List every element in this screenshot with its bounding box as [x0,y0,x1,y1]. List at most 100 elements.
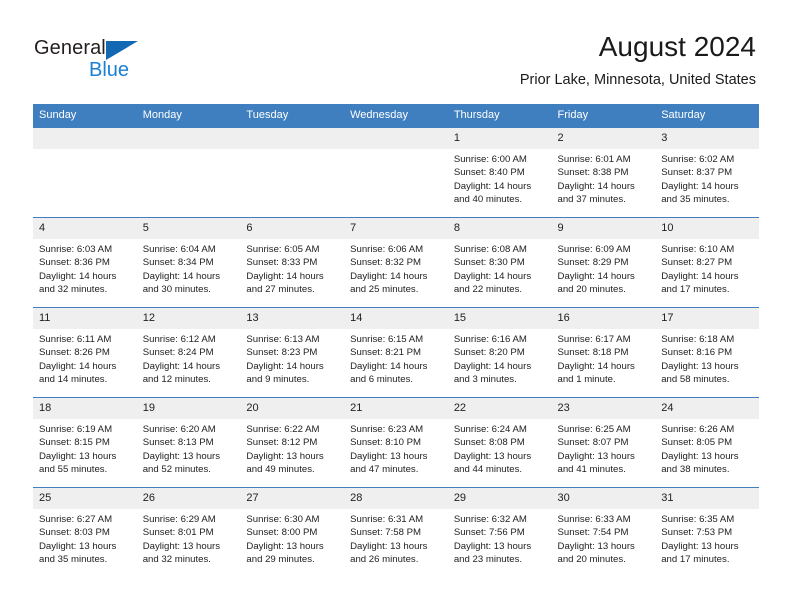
day-sun-info: Sunrise: 6:32 AM Sunset: 7:56 PM Daylight:… [448,509,552,566]
day-sun-info: Sunrise: 6:04 AM Sunset: 8:34 PM Daylight:… [137,239,241,296]
day-cell-inner: 10 Sunrise: 6:10 AM Sunset: 8:27 PM Dayligh… [655,218,759,307]
calendar-day-cell[interactable]: 15 Sunrise: 6:16 AM Sunset: 8:20 PM Dayligh… [447,307,552,398]
day-cell-inner: 8 Sunrise: 6:08 AM Sunset: 8:30 PM Daylight… [447,218,552,307]
calendar-head: Sunday Monday Tuesday Wednesday Thursday… [33,104,759,128]
day-sun-info: Sunrise: 6:19 AM Sunset: 8:15 PM Daylight:… [33,419,137,476]
daylight-text: Daylight: 13 hours and 41 minutes. [557,450,635,475]
day-number: 3 [655,128,759,149]
sunset-text: Sunset: 7:58 PM [350,527,422,539]
calendar-day-cell[interactable]: 31 Sunrise: 6:35 AM Sunset: 7:53 PM Dayligh… [655,487,759,577]
daylight-text: Daylight: 14 hours and 20 minutes. [557,270,635,295]
calendar-day-cell[interactable]: 14 Sunrise: 6:15 AM Sunset: 8:21 PM Dayligh… [344,307,448,398]
day-cell-inner: 29 Sunrise: 6:32 AM Sunset: 7:56 PM Dayligh… [447,488,552,577]
daylight-text: Daylight: 13 hours and 23 minutes. [453,540,532,565]
calendar-day-cell[interactable]: 20 Sunrise: 6:22 AM Sunset: 8:12 PM Dayligh… [240,397,345,488]
day-cell-inner: 1 Sunrise: 6:00 AM Sunset: 8:40 PM Daylight… [447,128,552,217]
sunrise-text: Sunrise: 6:16 AM [453,334,527,345]
sunrise-text: Sunrise: 6:29 AM [142,514,216,525]
day-sun-info: Sunrise: 6:10 AM Sunset: 8:27 PM Daylight:… [655,239,759,296]
calendar-day-cell[interactable]: 3 Sunrise: 6:02 AM Sunset: 8:37 PM Daylight… [655,127,759,218]
day-sun-info: Sunrise: 6:12 AM Sunset: 8:24 PM Daylight:… [137,329,241,386]
sunrise-text: Sunrise: 6:05 AM [246,244,320,255]
calendar-day-cell[interactable]: 5 Sunrise: 6:04 AM Sunset: 8:34 PM Daylight… [136,217,241,308]
day-sun-info: Sunrise: 6:11 AM Sunset: 8:26 PM Daylight:… [33,329,137,386]
day-number: 20 [240,398,345,419]
calendar-day-cell[interactable]: 2 Sunrise: 6:01 AM Sunset: 8:38 PM Daylight… [551,127,656,218]
day-cell-inner: 9 Sunrise: 6:09 AM Sunset: 8:29 PM Daylight… [551,218,656,307]
daylight-text: Daylight: 13 hours and 44 minutes. [453,450,532,475]
sunset-text: Sunset: 8:37 PM [661,167,733,179]
daylight-text: Daylight: 14 hours and 22 minutes. [453,270,532,295]
day-sun-info: Sunrise: 6:08 AM Sunset: 8:30 PM Daylight:… [448,239,552,296]
daylight-text: Daylight: 13 hours and 29 minutes. [246,540,324,565]
day-number: 14 [344,308,448,329]
sunset-text: Sunset: 7:53 PM [661,527,733,539]
daylight-text: Daylight: 13 hours and 52 minutes. [142,450,221,475]
sunset-text: Sunset: 8:15 PM [39,437,110,449]
calendar-day-cell[interactable]: 7 Sunrise: 6:06 AM Sunset: 8:32 PM Daylight… [344,217,448,308]
calendar-day-cell[interactable]: 9 Sunrise: 6:09 AM Sunset: 8:29 PM Daylight… [551,217,656,308]
day-sun-info: Sunrise: 6:26 AM Sunset: 8:05 PM Daylight:… [655,419,759,476]
day-number: 21 [344,398,448,419]
daylight-text: Daylight: 14 hours and 37 minutes. [557,180,635,205]
calendar-day-cell[interactable]: 21 Sunrise: 6:23 AM Sunset: 8:10 PM Dayligh… [344,397,448,488]
calendar-day-cell[interactable]: 17 Sunrise: 6:18 AM Sunset: 8:16 PM Dayligh… [655,307,759,398]
sunrise-text: Sunrise: 6:09 AM [557,244,631,255]
sunrise-text: Sunrise: 6:35 AM [661,514,735,525]
sunset-text: Sunset: 8:26 PM [39,347,110,359]
sunrise-text: Sunrise: 6:10 AM [661,244,735,255]
calendar-day-cell[interactable]: 28 Sunrise: 6:31 AM Sunset: 7:58 PM Dayligh… [344,487,448,577]
calendar-page: General Blue August 2024 Prior Lake, Min… [0,0,792,612]
day-cell-inner [136,128,241,217]
day-sun-info: Sunrise: 6:06 AM Sunset: 8:32 PM Daylight:… [344,239,448,296]
day-cell-inner: 23 Sunrise: 6:25 AM Sunset: 8:07 PM Dayligh… [551,398,656,487]
day-sun-info: Sunrise: 6:20 AM Sunset: 8:13 PM Daylight:… [137,419,241,476]
day-sun-info: Sunrise: 6:35 AM Sunset: 7:53 PM Daylight:… [655,509,759,566]
calendar-day-cell[interactable]: 25 Sunrise: 6:27 AM Sunset: 8:03 PM Dayligh… [33,487,137,577]
calendar-day-cell [33,127,137,218]
calendar-day-cell[interactable]: 29 Sunrise: 6:32 AM Sunset: 7:56 PM Dayligh… [447,487,552,577]
calendar-day-cell[interactable]: 24 Sunrise: 6:26 AM Sunset: 8:05 PM Dayligh… [655,397,759,488]
general-blue-logo[interactable]: General Blue [34,36,164,82]
day-number: 31 [655,488,759,509]
calendar-day-cell[interactable]: 4 Sunrise: 6:03 AM Sunset: 8:36 PM Daylight… [33,217,137,308]
sunset-text: Sunset: 8:00 PM [246,527,318,539]
calendar-day-cell[interactable]: 30 Sunrise: 6:33 AM Sunset: 7:54 PM Dayligh… [551,487,656,577]
sunset-text: Sunset: 8:34 PM [142,257,214,269]
day-cell-inner [240,128,345,217]
sunset-text: Sunset: 8:07 PM [557,437,629,449]
page-subtitle: Prior Lake, Minnesota, United States [519,72,756,88]
calendar-day-cell[interactable]: 18 Sunrise: 6:19 AM Sunset: 8:15 PM Dayligh… [33,397,137,488]
day-sun-info: Sunrise: 6:29 AM Sunset: 8:01 PM Daylight:… [137,509,241,566]
calendar-day-cell[interactable]: 13 Sunrise: 6:13 AM Sunset: 8:23 PM Dayligh… [240,307,345,398]
sunrise-text: Sunrise: 6:31 AM [350,514,424,525]
calendar-day-cell[interactable]: 6 Sunrise: 6:05 AM Sunset: 8:33 PM Daylight… [240,217,345,308]
calendar-day-cell[interactable]: 11 Sunrise: 6:11 AM Sunset: 8:26 PM Dayligh… [33,307,137,398]
day-cell-inner [344,128,448,217]
sunrise-text: Sunrise: 6:17 AM [557,334,631,345]
calendar-day-cell[interactable]: 22 Sunrise: 6:24 AM Sunset: 8:08 PM Dayligh… [447,397,552,488]
day-number [240,128,345,149]
day-number: 19 [136,398,241,419]
calendar-day-cell[interactable]: 26 Sunrise: 6:29 AM Sunset: 8:01 PM Dayligh… [136,487,241,577]
day-sun-info: Sunrise: 6:16 AM Sunset: 8:20 PM Daylight:… [448,329,552,386]
sunrise-text: Sunrise: 6:06 AM [350,244,424,255]
calendar-day-cell[interactable]: 23 Sunrise: 6:25 AM Sunset: 8:07 PM Dayligh… [551,397,656,488]
calendar-day-cell[interactable]: 27 Sunrise: 6:30 AM Sunset: 8:00 PM Dayligh… [240,487,345,577]
sunset-text: Sunset: 8:38 PM [557,167,629,179]
calendar-week-row: 4 Sunrise: 6:03 AM Sunset: 8:36 PM Daylight… [33,217,759,308]
day-cell-inner: 25 Sunrise: 6:27 AM Sunset: 8:03 PM Dayligh… [33,488,137,577]
sunrise-text: Sunrise: 6:12 AM [142,334,216,345]
calendar-day-cell[interactable]: 1 Sunrise: 6:00 AM Sunset: 8:40 PM Daylight… [447,127,552,218]
day-sun-info: Sunrise: 6:09 AM Sunset: 8:29 PM Daylight:… [552,239,656,296]
calendar-day-cell[interactable]: 16 Sunrise: 6:17 AM Sunset: 8:18 PM Dayligh… [551,307,656,398]
day-cell-inner: 17 Sunrise: 6:18 AM Sunset: 8:16 PM Dayligh… [655,308,759,397]
calendar-day-cell[interactable]: 8 Sunrise: 6:08 AM Sunset: 8:30 PM Daylight… [447,217,552,308]
day-sun-info: Sunrise: 6:02 AM Sunset: 8:37 PM Daylight:… [655,149,759,206]
daylight-text: Daylight: 13 hours and 47 minutes. [350,450,428,475]
sunrise-text: Sunrise: 6:33 AM [557,514,631,525]
calendar-day-cell[interactable]: 10 Sunrise: 6:10 AM Sunset: 8:27 PM Dayligh… [655,217,759,308]
day-number: 18 [33,398,137,419]
calendar-day-cell[interactable]: 19 Sunrise: 6:20 AM Sunset: 8:13 PM Dayligh… [136,397,241,488]
calendar-day-cell[interactable]: 12 Sunrise: 6:12 AM Sunset: 8:24 PM Dayligh… [136,307,241,398]
